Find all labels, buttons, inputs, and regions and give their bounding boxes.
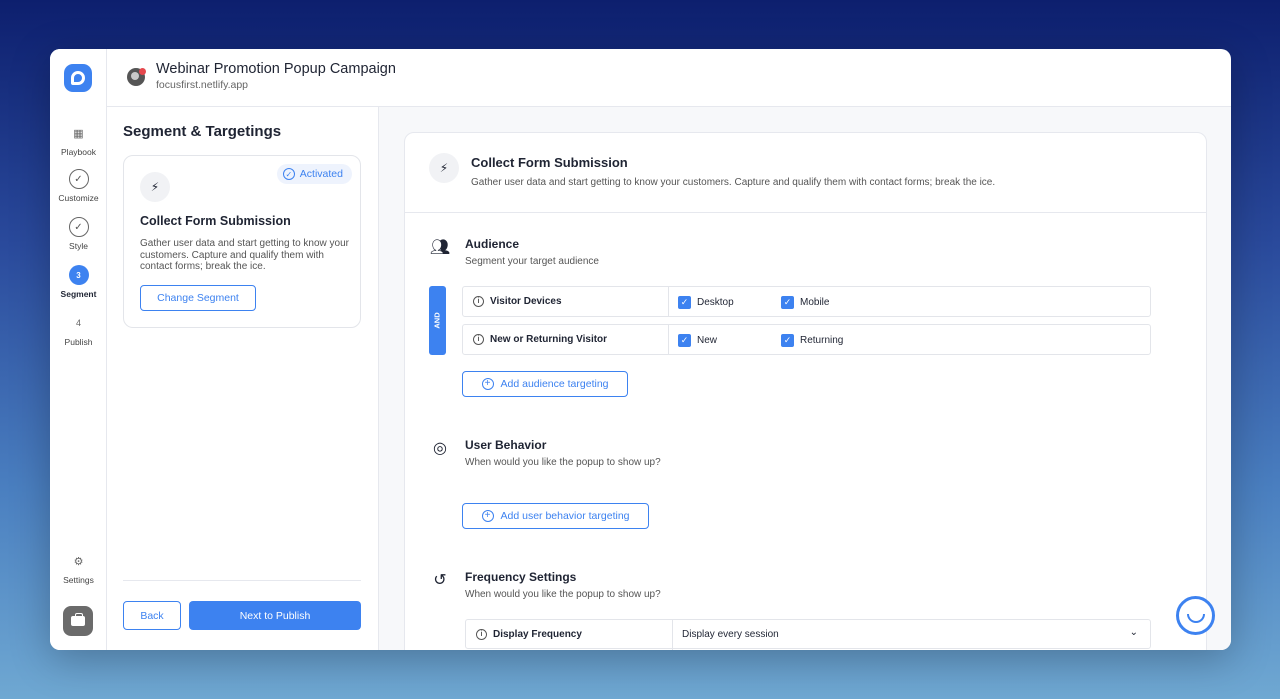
operator-label: AND — [433, 312, 442, 329]
check-icon: ✓ — [68, 217, 89, 237]
users-icon: 👥︎ — [429, 239, 451, 256]
info-icon[interactable]: i — [473, 334, 484, 345]
bolt-icon: ⚡︎ — [429, 153, 459, 183]
and-operator[interactable]: AND — [429, 286, 446, 355]
rail-item-segment[interactable]: 3 Segment — [50, 265, 107, 299]
behavior-subtitle: When would you like the popup to show up… — [465, 457, 661, 468]
row-label-text: New or Returning Visitor — [490, 334, 608, 345]
briefcase-icon[interactable] — [63, 606, 93, 636]
checkbox-checked-icon: ✓ — [781, 295, 794, 309]
checkbox-checked-icon: ✓ — [678, 333, 691, 347]
audience-subtitle: Segment your target audience — [465, 256, 599, 267]
checkbox-new[interactable]: ✓ New — [678, 333, 717, 347]
card-title: Collect Form Submission — [471, 155, 628, 170]
row-label: i Visitor Devices — [473, 287, 562, 316]
divider — [672, 620, 673, 650]
row-label-text: Visitor Devices — [490, 296, 562, 307]
button-label: Add user behavior targeting — [500, 510, 630, 522]
gear-icon: ⚙ — [73, 555, 84, 568]
segment-panel: Segment & Targetings ✓ Activated ⚡︎ Coll… — [107, 107, 379, 650]
divider — [123, 580, 361, 581]
step-number: 4 — [75, 318, 81, 328]
rail-item-label: Publish — [64, 337, 93, 347]
status-badge: ✓ Activated — [276, 164, 352, 184]
rail-item-publish[interactable]: 4 Publish — [50, 313, 107, 347]
next-to-publish-button[interactable]: Next to Publish — [189, 601, 361, 630]
frequency-subtitle: When would you like the popup to show up… — [465, 589, 661, 600]
checkbox-checked-icon: ✓ — [781, 333, 794, 347]
campaign-title[interactable]: Webinar Promotion Popup Campaign — [156, 61, 396, 77]
checkbox-checked-icon: ✓ — [678, 295, 691, 309]
display-frequency-row: i Display Frequency Display every sessio… — [465, 619, 1151, 650]
chat-support-icon[interactable] — [1176, 596, 1215, 635]
rail-item-label: Segment — [60, 289, 97, 299]
audience-title: Audience — [465, 237, 520, 251]
button-label: Add audience targeting — [500, 378, 609, 390]
app-window: ▦ Playbook ✓ Customize ✓ Style 3 Segment… — [50, 49, 1231, 650]
checkbox-desktop[interactable]: ✓ Desktop — [678, 295, 734, 309]
targeting-row-devices: i Visitor Devices ✓ Desktop ✓ Mobile — [462, 286, 1151, 317]
panel-title: Segment & Targetings — [123, 123, 282, 140]
add-audience-targeting-button[interactable]: + Add audience targeting — [462, 371, 628, 397]
grid-icon: ▦ — [73, 127, 84, 140]
check-icon: ✓ — [68, 169, 89, 189]
back-button[interactable]: Back — [123, 601, 181, 630]
check-circle-icon: ✓ — [282, 168, 295, 180]
change-segment-button[interactable]: Change Segment — [140, 285, 256, 311]
checkbox-returning[interactable]: ✓ Returning — [781, 333, 843, 347]
display-frequency-select[interactable]: Display every session — [682, 620, 779, 648]
chevron-down-icon[interactable]: ⌄ — [1130, 627, 1138, 638]
row-label: i Display Frequency — [476, 620, 582, 649]
cursor-click-icon: ◎ — [433, 440, 447, 457]
rail-item-label: Style — [69, 241, 88, 251]
behavior-title: User Behavior — [465, 438, 547, 452]
card-subtitle: Gather user data and start getting to kn… — [471, 177, 996, 188]
checkbox-label: Returning — [800, 334, 844, 346]
rail-item-label: Settings — [63, 575, 94, 585]
segment-name: Collect Form Submission — [140, 214, 291, 228]
divider — [668, 325, 669, 354]
rail-item-style[interactable]: ✓ Style — [50, 217, 107, 251]
checkbox-label: Desktop — [697, 296, 734, 308]
info-icon[interactable]: i — [473, 296, 484, 307]
checkbox-label: New — [697, 334, 718, 346]
step-number: 3 — [68, 265, 89, 285]
segment-detail-card: ⚡︎ Collect Form Submission Gather user d… — [404, 132, 1207, 650]
targeting-row-visitor-type: i New or Returning Visitor ✓ New ✓ Retur… — [462, 324, 1151, 355]
app-logo[interactable] — [64, 64, 92, 92]
plus-circle-icon: + — [481, 510, 494, 522]
history-icon: ↺ — [433, 572, 447, 589]
segment-card: ✓ Activated ⚡︎ Collect Form Submission G… — [123, 155, 361, 328]
campaign-domain: focusfirst.netlify.app — [156, 79, 249, 91]
badge-label: Activated — [299, 168, 343, 180]
main-content: ⚡︎ Collect Form Submission Gather user d… — [379, 107, 1231, 650]
segment-description: Gather user data and start getting to kn… — [140, 238, 350, 272]
rail-item-playbook[interactable]: ▦ Playbook — [50, 123, 107, 158]
rail-item-customize[interactable]: ✓ Customize — [50, 169, 107, 203]
checkbox-label: Mobile — [800, 296, 830, 308]
row-label-text: Display Frequency — [493, 629, 582, 640]
frequency-title: Frequency Settings — [465, 570, 577, 584]
alert-dot-icon — [139, 68, 146, 75]
info-icon[interactable]: i — [476, 629, 487, 640]
row-label: i New or Returning Visitor — [473, 325, 607, 354]
add-user-behavior-targeting-button[interactable]: + Add user behavior targeting — [462, 503, 649, 529]
bolt-icon: ⚡︎ — [140, 172, 170, 202]
rail-item-settings[interactable]: ⚙ Settings — [50, 551, 107, 586]
rail-item-label: Customize — [58, 193, 99, 203]
card-header: ⚡︎ Collect Form Submission Gather user d… — [405, 133, 1206, 213]
top-header: Webinar Promotion Popup Campaign focusfi… — [107, 49, 1231, 107]
plus-circle-icon: + — [481, 378, 494, 390]
rail-item-label: Playbook — [61, 147, 96, 157]
checkbox-mobile[interactable]: ✓ Mobile — [781, 295, 829, 309]
divider — [668, 287, 669, 316]
left-rail: ▦ Playbook ✓ Customize ✓ Style 3 Segment… — [50, 49, 107, 650]
